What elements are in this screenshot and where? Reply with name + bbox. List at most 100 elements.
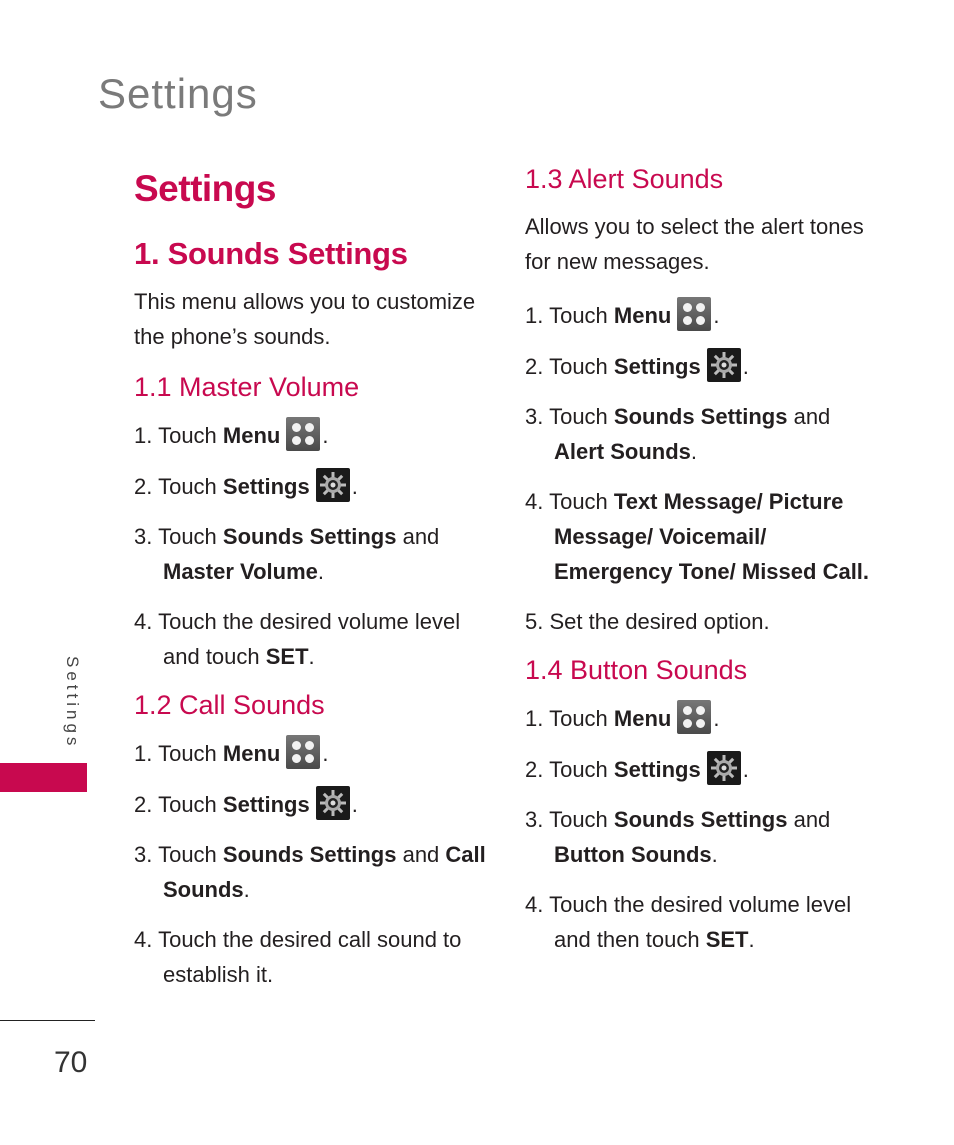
step-item: 1. Touch Menu. bbox=[134, 417, 494, 453]
section-master-volume: 1.1 Master Volume 1. Touch Menu. 2. Touch … bbox=[134, 372, 494, 674]
step-number: 1. bbox=[525, 706, 544, 731]
step-item: 4. Touch the desired call sound to estab… bbox=[134, 922, 494, 992]
step-text: . bbox=[713, 706, 720, 731]
step-number: 2. bbox=[134, 474, 153, 499]
step-list: 1. Touch Menu. 2. Touch Settings . 3. Touc… bbox=[134, 417, 494, 674]
step-bold-term: Sounds Settings bbox=[222, 524, 397, 549]
step-text: . bbox=[742, 354, 749, 379]
step-text: . bbox=[351, 474, 358, 499]
step-list: 1. Touch Menu. 2. Touch Settings . 3. Touc… bbox=[134, 735, 494, 992]
menu-icon bbox=[677, 700, 712, 734]
step-bold-term: Settings bbox=[222, 474, 310, 499]
step-text: . bbox=[317, 559, 324, 584]
step-bold-term: Menu bbox=[222, 423, 281, 448]
settings-gear-icon bbox=[706, 751, 741, 785]
step-number: 2. bbox=[525, 354, 544, 379]
step-text: and bbox=[787, 807, 831, 832]
step-text: and bbox=[396, 842, 446, 867]
step-number: 1. bbox=[134, 741, 153, 766]
step-text: . bbox=[351, 792, 358, 817]
step-bold-term: SET bbox=[705, 927, 749, 952]
side-tab-label: Settings bbox=[63, 656, 82, 750]
step-item: 3. Touch Sounds Settings and Call Sounds… bbox=[134, 837, 494, 907]
page-number: 70 bbox=[54, 1046, 88, 1079]
step-text: Touch bbox=[549, 404, 614, 429]
settings-gear-icon bbox=[315, 786, 350, 820]
step-text: . bbox=[713, 303, 720, 328]
step-number: 1. bbox=[525, 303, 544, 328]
step-bold-term: Menu bbox=[222, 741, 281, 766]
step-text: Touch bbox=[549, 757, 614, 782]
menu-icon bbox=[677, 297, 712, 331]
step-item: 1. Touch Menu. bbox=[525, 297, 885, 333]
step-text: Touch bbox=[158, 741, 223, 766]
step-bold-term: SET bbox=[265, 644, 309, 669]
subsection-intro: This menu allows you to customize the ph… bbox=[134, 289, 476, 349]
step-item: 3. Touch Sounds Settings and Button Soun… bbox=[525, 802, 885, 872]
step-bold-term: Menu bbox=[613, 706, 672, 731]
step-item: 5. Set the desired option. bbox=[525, 604, 885, 639]
section-intro: Allows you to select the alert tones for… bbox=[525, 214, 864, 274]
step-item: 1. Touch Menu. bbox=[525, 700, 885, 736]
step-text: Touch bbox=[549, 303, 614, 328]
step-text: . bbox=[308, 644, 315, 669]
step-bold-term: Alert Sounds bbox=[554, 439, 691, 464]
step-item: 2. Touch Settings . bbox=[134, 786, 494, 822]
step-item: 2. Touch Settings . bbox=[525, 751, 885, 787]
section-alert-sounds: 1.3 Alert Sounds Allows you to select the… bbox=[525, 164, 885, 639]
step-number: 4. bbox=[525, 489, 544, 514]
step-item: 3. Touch Sounds Settings and Master Volu… bbox=[134, 519, 494, 589]
step-text: Touch bbox=[158, 842, 223, 867]
step-number: 3. bbox=[134, 524, 153, 549]
step-list: 1. Touch Menu. 2. Touch Settings . 3. Touc… bbox=[525, 700, 885, 957]
step-number: 1. bbox=[134, 423, 153, 448]
step-text: . bbox=[690, 439, 698, 464]
step-text: and bbox=[787, 404, 831, 429]
step-bold-term: Settings bbox=[613, 354, 701, 379]
step-text: Touch bbox=[158, 792, 223, 817]
step-item: 4. Touch the desired volume level and to… bbox=[134, 604, 494, 674]
step-number: 4. bbox=[525, 892, 544, 917]
step-bold-term: Sounds Settings bbox=[613, 404, 788, 429]
side-tab-marker bbox=[0, 763, 87, 792]
step-text: . bbox=[711, 842, 718, 867]
step-text: Touch the desired call sound to establis… bbox=[158, 927, 462, 987]
step-text: and bbox=[396, 524, 440, 549]
step-bold-term: Sounds Settings bbox=[222, 842, 397, 867]
step-text: Touch bbox=[549, 706, 614, 731]
step-number: 3. bbox=[525, 807, 544, 832]
step-text: . bbox=[322, 741, 329, 766]
section-heading: 1.3 Alert Sounds bbox=[525, 164, 724, 194]
step-text: Touch bbox=[549, 807, 614, 832]
menu-icon bbox=[286, 735, 321, 769]
section-title: Settings bbox=[134, 168, 276, 209]
step-text: . bbox=[322, 423, 329, 448]
right-column: 1.3 Alert Sounds Allows you to select the… bbox=[525, 164, 885, 973]
step-bold-term: Settings bbox=[222, 792, 310, 817]
step-item: 1. Touch Menu. bbox=[134, 735, 494, 771]
step-text: . bbox=[748, 927, 755, 952]
step-text: Touch the desired volume level and then … bbox=[549, 892, 852, 952]
step-text: Touch bbox=[549, 489, 614, 514]
step-number: 4. bbox=[134, 609, 153, 634]
step-item: 4. Touch the desired volume level and th… bbox=[525, 887, 885, 957]
step-item: 2. Touch Settings . bbox=[525, 348, 885, 384]
step-list: 1. Touch Menu. 2. Touch Settings . 3. Touc… bbox=[525, 297, 885, 639]
step-bold-term: Sounds Settings bbox=[613, 807, 788, 832]
section-heading: 1.1 Master Volume bbox=[134, 372, 360, 402]
settings-gear-icon bbox=[315, 468, 350, 502]
step-text: Touch bbox=[158, 524, 223, 549]
left-column: Settings 1. Sounds Settings This menu al… bbox=[134, 160, 494, 1008]
step-text: Touch bbox=[158, 474, 223, 499]
section-button-sounds: 1.4 Button Sounds 1. Touch Menu. 2. Touch … bbox=[525, 655, 885, 957]
subsection-title: 1. Sounds Settings bbox=[134, 236, 408, 271]
running-head: Settings bbox=[98, 70, 258, 117]
step-bold-term: Menu bbox=[613, 303, 672, 328]
step-item: 4. Touch Text Message/ Picture Message/ … bbox=[525, 484, 885, 589]
step-text: Touch bbox=[158, 423, 223, 448]
step-number: 3. bbox=[525, 404, 544, 429]
step-text: Set the desired option. bbox=[549, 609, 770, 634]
step-bold-term: Settings bbox=[613, 757, 701, 782]
menu-icon bbox=[286, 417, 321, 451]
step-number: 2. bbox=[134, 792, 153, 817]
